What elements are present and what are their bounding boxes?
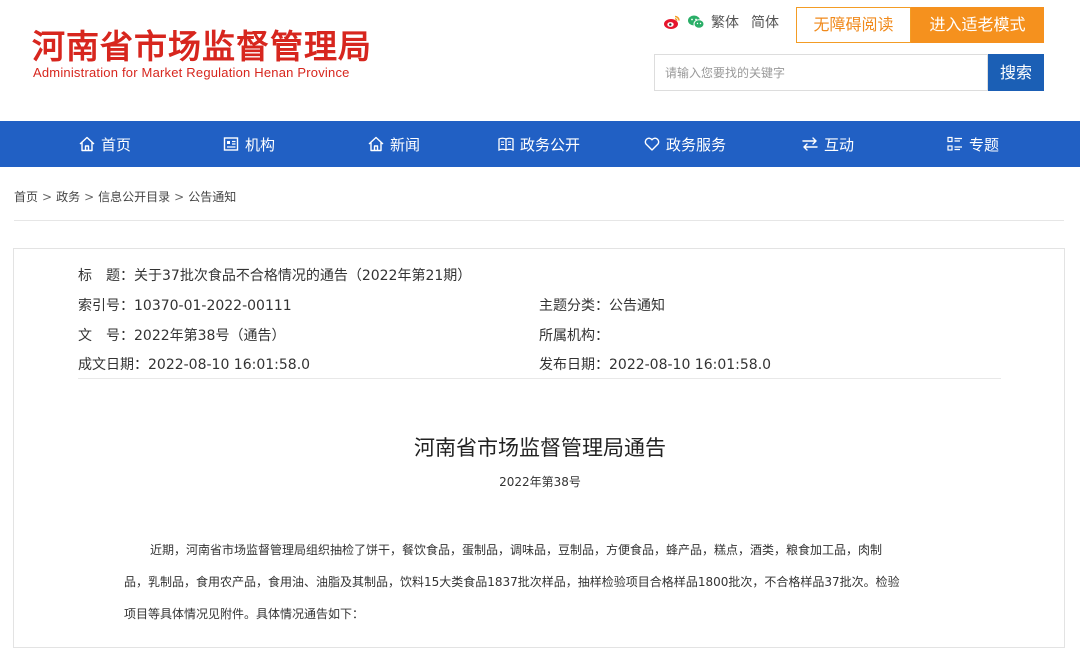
document-heading: 河南省市场监督管理局通告	[414, 436, 666, 460]
meta-index-label: 索引号：	[78, 298, 134, 314]
weibo-icon[interactable]	[663, 14, 681, 30]
meta-org-label: 所属机构：	[539, 328, 609, 344]
meta-category-value: 公告通知	[609, 298, 665, 314]
search-input[interactable]	[654, 54, 988, 91]
meta-created: 成文日期：2022-08-10 16:01:58.0	[78, 354, 310, 374]
meta-category: 主题分类：公告通知	[539, 295, 665, 315]
paragraph-line: 近期，河南省市场监督管理局组织抽检了饼干，餐饮食品，蛋制品，调味品，豆制品，方便…	[150, 543, 883, 557]
breadcrumb-current[interactable]: 公告通知	[188, 190, 236, 204]
breadcrumb-separator: >	[174, 190, 185, 204]
nav-item-label: 机构	[245, 135, 276, 154]
wechat-icon[interactable]	[687, 14, 705, 30]
exchange-icon	[801, 135, 819, 153]
meta-org: 所属机构：	[539, 325, 609, 345]
meta-docno-value: 2022年第38号（通告）	[134, 328, 286, 344]
meta-published: 发布日期：2022-08-10 16:01:58.0	[539, 354, 771, 374]
meta-created-value: 2022-08-10 16:01:58.0	[148, 357, 311, 373]
meta-docno-label: 文 号：	[78, 328, 134, 344]
meta-created-label: 成文日期：	[78, 357, 148, 373]
nav-item-label: 新闻	[390, 135, 421, 154]
nav-item-news[interactable]: 新闻	[367, 121, 420, 167]
search-button[interactable]: 搜索	[988, 54, 1044, 91]
nav-item-label: 互动	[824, 135, 855, 154]
top-links: 繁体 简体	[663, 12, 779, 32]
news-icon	[367, 135, 385, 153]
document-number: 2022年第38号	[499, 475, 581, 489]
paragraph-line: 项目等具体情况见附件。具体情况通告如下：	[124, 607, 365, 621]
meta-docno: 文 号：2022年第38号（通告）	[78, 325, 285, 345]
organization-icon	[222, 135, 240, 153]
breadcrumb-home[interactable]: 首页	[14, 190, 38, 204]
site-header: 河南省市场监督管理局 Administration for Market Reg…	[0, 0, 1080, 121]
nav-item-label: 专题	[969, 135, 1000, 154]
nav-item-topics[interactable]: 专题	[946, 121, 999, 167]
meta-divider	[78, 378, 1001, 379]
paragraph-line: 品，乳制品，食用农产品，食用油、油脂及其制品，饮料15大类食品1837批次样品，…	[124, 575, 900, 589]
breadcrumb: 首页 > 政务 > 信息公开目录 > 公告通知	[14, 188, 236, 205]
meta-title-value: 关于37批次食品不合格情况的通告（2022年第21期）	[134, 268, 472, 284]
nav-item-gov-services[interactable]: 政务服务	[643, 121, 726, 167]
nav-item-label: 政务公开	[520, 135, 581, 154]
home-icon	[78, 135, 96, 153]
nav-item-interaction[interactable]: 互动	[801, 121, 854, 167]
traditional-chinese-link[interactable]: 繁体	[711, 12, 739, 32]
main-nav: 首页 机构 新闻 政务公开 政务服务 互动 专题	[0, 121, 1080, 167]
nav-item-gov-affairs[interactable]: 政务公开	[497, 121, 580, 167]
heart-icon	[643, 135, 661, 153]
article-panel: 标 题：关于37批次食品不合格情况的通告（2022年第21期） 索引号：1037…	[13, 248, 1065, 648]
nav-item-home[interactable]: 首页	[78, 121, 131, 167]
meta-published-label: 发布日期：	[539, 357, 609, 373]
breadcrumb-gov[interactable]: 政务	[56, 190, 80, 204]
simplified-chinese-link[interactable]: 简体	[751, 12, 779, 32]
breadcrumb-catalog[interactable]: 信息公开目录	[98, 190, 170, 204]
list-icon	[946, 135, 964, 153]
breadcrumb-divider	[14, 220, 1064, 221]
site-logo-title[interactable]: 河南省市场监督管理局	[32, 20, 372, 68]
meta-index-value: 10370-01-2022-00111	[134, 298, 292, 314]
site-logo-subtitle: Administration for Market Regulation Hen…	[33, 65, 350, 80]
book-icon	[497, 135, 515, 153]
meta-title: 标 题：关于37批次食品不合格情况的通告（2022年第21期）	[78, 265, 471, 285]
nav-item-organization[interactable]: 机构	[222, 121, 275, 167]
breadcrumb-separator: >	[84, 190, 95, 204]
meta-index: 索引号：10370-01-2022-00111	[78, 295, 292, 315]
nav-item-label: 首页	[101, 135, 132, 154]
breadcrumb-separator: >	[42, 190, 53, 204]
elder-mode-button[interactable]: 进入适老模式	[911, 7, 1044, 43]
meta-published-value: 2022-08-10 16:01:58.0	[609, 357, 772, 373]
accessibility-reading-button[interactable]: 无障碍阅读	[796, 7, 911, 43]
meta-title-label: 标 题：	[78, 268, 134, 284]
nav-item-label: 政务服务	[666, 135, 727, 154]
meta-category-label: 主题分类：	[539, 298, 609, 314]
